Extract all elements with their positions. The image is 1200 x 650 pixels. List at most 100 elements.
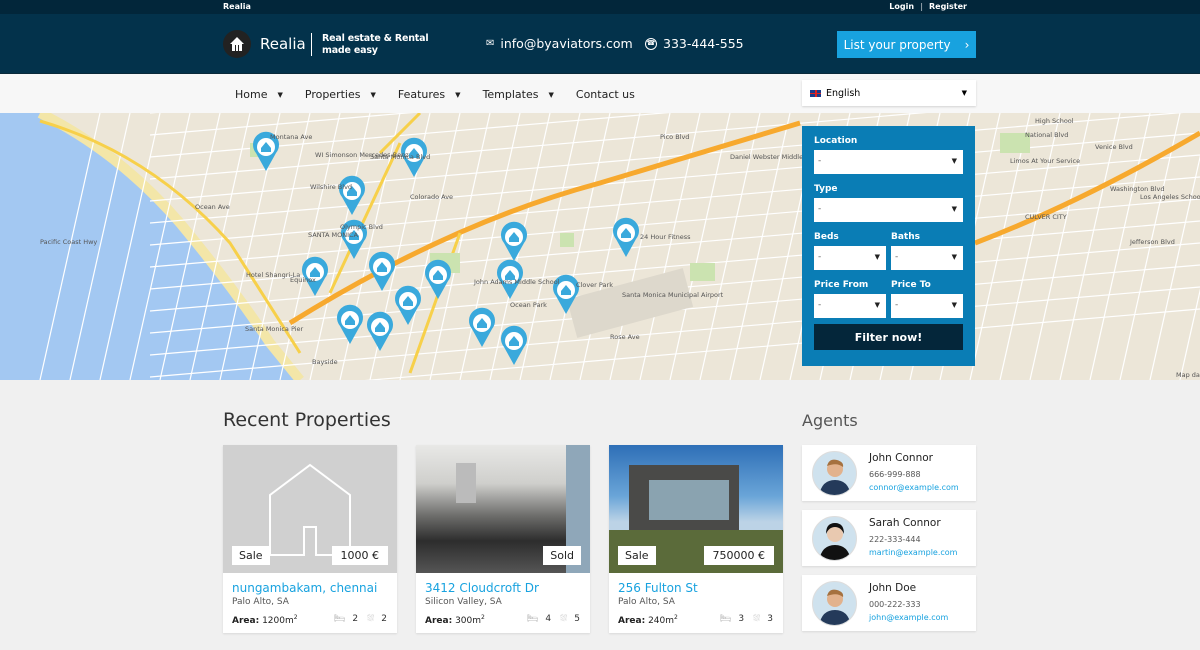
- agent-name: Sarah Connor: [869, 517, 941, 529]
- chevron-down-icon: ▼: [951, 253, 957, 261]
- price-to-label: Price To: [891, 280, 931, 290]
- chevron-down-icon: ▼: [961, 89, 967, 97]
- agent-phone: 222-333-444: [869, 535, 921, 544]
- nav-item-home[interactable]: Home ▼: [235, 88, 283, 101]
- property-pin-icon[interactable]: [425, 259, 451, 299]
- map-label: Santa Monica Blvd: [370, 153, 431, 161]
- property-title-link[interactable]: 3412 Cloudcroft Dr: [425, 581, 539, 595]
- price-badge: 1000 €: [331, 546, 388, 565]
- avatar[interactable]: [812, 451, 857, 496]
- nav-item-features[interactable]: Features ▼: [398, 88, 461, 101]
- price-badge: 750000 €: [703, 546, 774, 565]
- chevron-down-icon: ▼: [874, 301, 880, 309]
- map-label: Pacific Coast Hwy: [40, 238, 98, 246]
- filter-form: Location - ▼ Type - ▼ Beds - ▼ Baths - ▼ Price…: [802, 126, 975, 366]
- map-label: Colorado Ave: [410, 193, 454, 201]
- map-label: Equinox: [290, 276, 316, 284]
- agent-name: John Connor: [869, 452, 933, 464]
- property-card[interactable]: Sold 3412 Cloudcroft Dr Silicon Valley, …: [416, 445, 590, 633]
- agent-card[interactable]: John Doe 000-222-333 john@example.com: [802, 575, 976, 631]
- phone-icon: ☎: [645, 37, 657, 50]
- property-area: Area: 1200m2: [232, 614, 298, 626]
- bed-icon: 🛏: [333, 614, 346, 624]
- chevron-down-icon: ▼: [455, 90, 461, 99]
- agent-email-link[interactable]: john@example.com: [869, 613, 948, 622]
- shower-icon: ⛆: [367, 614, 375, 624]
- chevron-down-icon: ▼: [548, 90, 554, 99]
- property-title-link[interactable]: nungambakam, chennai: [232, 581, 377, 595]
- map-canvas[interactable]: [0, 113, 1200, 380]
- property-location: Palo Alto, SA: [618, 597, 675, 607]
- type-select[interactable]: - ▼: [814, 198, 963, 222]
- map-label: Map data: [1176, 371, 1200, 379]
- logo-icon[interactable]: [223, 30, 251, 58]
- header: Realia Real estate & Rental made easy ✉ in…: [0, 14, 1200, 73]
- property-area: Area: 300m2: [425, 614, 485, 626]
- location-label: Location: [814, 136, 858, 146]
- map[interactable]: Pacific Coast Hwy Montana Ave WI Simonson …: [0, 113, 1200, 380]
- avatar[interactable]: [812, 516, 857, 561]
- property-image[interactable]: Sold: [416, 445, 590, 573]
- beds-count: 2: [352, 614, 359, 624]
- type-label: Type: [814, 184, 838, 194]
- property-pin-icon[interactable]: [501, 325, 527, 365]
- price-to-select[interactable]: - ▼: [891, 294, 963, 318]
- property-location: Palo Alto, SA: [232, 597, 289, 607]
- property-image[interactable]: Sale 1000 €: [223, 445, 397, 573]
- bed-icon: 🛏: [719, 614, 732, 624]
- status-badge: Sold: [543, 546, 581, 565]
- property-pin-icon[interactable]: [395, 285, 422, 325]
- recent-properties-title: Recent Properties: [223, 409, 391, 431]
- property-card[interactable]: Sale 750000 € 256 Fulton St Palo Alto, S…: [609, 445, 783, 633]
- nav-item-templates[interactable]: Templates ▼: [483, 88, 554, 101]
- price-from-label: Price From: [814, 280, 869, 290]
- chevron-down-icon: ▼: [951, 157, 957, 165]
- agent-card[interactable]: Sarah Connor 222-333-444 martin@example.…: [802, 510, 976, 566]
- baths-select[interactable]: - ▼: [891, 246, 963, 270]
- email-contact: ✉ info@byaviators.com: [486, 36, 633, 51]
- map-label: Rose Ave: [610, 333, 640, 341]
- agents-title: Agents: [802, 411, 858, 430]
- price-from-select[interactable]: - ▼: [814, 294, 886, 318]
- property-pin-icon[interactable]: [469, 307, 496, 347]
- register-link[interactable]: Register: [929, 2, 967, 11]
- map-label: Los Angeles School Of Gymnastics: [1140, 193, 1200, 201]
- map-label: Montana Ave: [270, 133, 313, 141]
- agent-phone: 666-999-888: [869, 470, 921, 479]
- main-nav: Home ▼ Properties ▼ Features ▼ Templates ▼ Conta…: [0, 73, 1200, 113]
- agent-email-link[interactable]: martin@example.com: [869, 548, 957, 557]
- nav-item-contact-us[interactable]: Contact us: [576, 88, 635, 101]
- property-pin-icon[interactable]: [339, 175, 365, 215]
- beds-count: 4: [545, 614, 552, 624]
- beds-label: Beds: [814, 232, 839, 242]
- map-label: Wilshire Blvd: [310, 183, 353, 191]
- map-label: Bayside: [312, 358, 338, 366]
- language-select[interactable]: English ▼: [802, 80, 976, 106]
- beds-select[interactable]: - ▼: [814, 246, 886, 270]
- chevron-down-icon: ▼: [277, 90, 283, 99]
- list-property-button[interactable]: List your property ›: [837, 31, 976, 58]
- status-badge: Sale: [618, 546, 656, 565]
- map-label: Washington Blvd: [1110, 185, 1165, 193]
- property-pin-icon[interactable]: [366, 311, 393, 351]
- tagline: Real estate & Rental made easy: [322, 33, 429, 56]
- property-pin-icon[interactable]: [613, 217, 639, 257]
- bed-icon: 🛏: [526, 614, 539, 624]
- logo-name[interactable]: Realia: [260, 35, 306, 53]
- uk-flag-icon: [810, 89, 821, 97]
- map-label: Ocean Park: [510, 301, 547, 309]
- baths-label: Baths: [891, 232, 920, 242]
- property-location: Silicon Valley, SA: [425, 597, 502, 607]
- location-select[interactable]: - ▼: [814, 150, 963, 174]
- nav-item-properties[interactable]: Properties ▼: [305, 88, 376, 101]
- login-link[interactable]: Login: [889, 2, 914, 11]
- agent-email-link[interactable]: connor@example.com: [869, 483, 959, 492]
- map-label: John Adams Middle School: [474, 278, 560, 286]
- property-image[interactable]: Sale 750000 €: [609, 445, 783, 573]
- top-bar: Realia Login | Register: [0, 0, 1200, 14]
- avatar[interactable]: [812, 581, 857, 626]
- property-card[interactable]: Sale 1000 € nungambakam, chennai Palo Al…: [223, 445, 397, 633]
- property-title-link[interactable]: 256 Fulton St: [618, 581, 698, 595]
- agent-card[interactable]: John Connor 666-999-888 connor@example.c…: [802, 445, 976, 501]
- property-pin-icon[interactable]: [501, 221, 528, 261]
